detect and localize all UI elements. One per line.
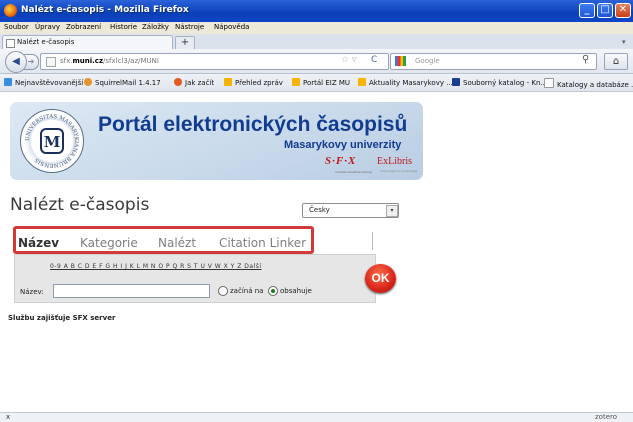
bookmark-star-icon[interactable]: ☆ ▿ — [341, 55, 356, 65]
new-tab-button[interactable]: + — [175, 36, 195, 50]
squirrelmail-icon — [84, 78, 92, 86]
bookmark-katalogy[interactable]: Katalogy a databáze ... — [544, 78, 633, 89]
portal-title: Portál elektronických časopisů — [98, 113, 408, 136]
window-title-bar: Nalézt e-časopis - Mozilla Firefox _ □ ✕ — [0, 0, 633, 22]
site-identity-icon[interactable] — [46, 57, 56, 67]
search-icon[interactable]: ⚲ — [582, 54, 589, 65]
bookmark-nejnavstevovanejsi[interactable]: Nejnavštěvovanější — [4, 78, 83, 87]
menu-zalozky[interactable]: Záložky — [142, 23, 169, 31]
home-button[interactable]: ⌂ — [604, 53, 628, 70]
rss-icon — [358, 78, 366, 86]
university-seal-logo: UNIVERSITAS MASARYKIANA BRUNENSIS M — [20, 109, 84, 173]
footer-text: Službu zajišťuje SFX server — [8, 314, 116, 322]
close-icon[interactable]: x — [6, 413, 10, 421]
menu-upravy[interactable]: Úpravy — [35, 23, 60, 31]
name-label: Název: — [20, 288, 44, 296]
menu-nastroje[interactable]: Nástroje — [175, 23, 204, 31]
search-placeholder: Google — [415, 57, 440, 65]
radio-contains[interactable] — [268, 286, 278, 296]
bookmark-folder-icon — [4, 78, 12, 86]
bookmark-aktuality[interactable]: Aktuality Masarykovy ... — [358, 78, 453, 87]
menu-napoveda[interactable]: Nápověda — [214, 23, 249, 31]
window-title: Nalézt e-časopis - Mozilla Firefox — [21, 5, 189, 15]
chevron-down-icon[interactable]: ▾ — [386, 205, 398, 217]
bookmark-jak-zacit[interactable]: Jak začít — [174, 78, 214, 87]
page-content: UNIVERSITAS MASARYKIANA BRUNENSIS M Port… — [0, 92, 633, 412]
tab-kategorie[interactable]: Kategorie — [80, 236, 138, 250]
menu-historie[interactable]: Historie — [110, 23, 137, 31]
exlibris-tagline: The bridge to knowledge — [380, 169, 418, 173]
tab-citation-linker[interactable]: Citation Linker — [219, 236, 306, 250]
language-value: Česky — [309, 206, 330, 214]
page-title: Nalézt e-časopis — [10, 195, 150, 215]
menu-zobrazeni[interactable]: Zobrazení — [66, 23, 101, 31]
close-window-button[interactable]: ✕ — [615, 3, 631, 18]
radio-starts-with[interactable] — [218, 286, 228, 296]
url-text[interactable]: sfx.muni.cz/sfxlcl3/az/MUNI — [60, 57, 159, 65]
menu-soubor[interactable]: Soubor — [4, 23, 29, 31]
tab-connector-line — [372, 232, 373, 250]
page-favicon-icon — [6, 39, 15, 48]
alphabet-index-links[interactable]: 0-9 A B C D E F G H I J K L M N O P Q R … — [50, 263, 262, 270]
firefox-icon — [174, 78, 182, 86]
bookmarks-bar: Nejnavštěvovanější SquirrelMail 1.4.17 J… — [0, 74, 633, 92]
tab-nazev[interactable]: Název — [18, 236, 59, 250]
radio-contains-label: obsahuje — [280, 287, 312, 295]
back-button[interactable]: ◀ — [5, 51, 27, 73]
maximize-button[interactable]: □ — [597, 3, 613, 18]
reload-icon[interactable]: C — [371, 55, 377, 65]
radio-starts-with-label: začíná na — [230, 287, 264, 295]
sfx-logo: S·F·X — [325, 155, 357, 167]
rss-icon — [292, 78, 300, 86]
sfx-tagline: context-sensitive linking — [335, 170, 372, 174]
svg-text:M: M — [44, 133, 61, 151]
browser-tab-label: Nalézt e-časopis — [17, 38, 75, 46]
muni-icon — [452, 78, 460, 86]
zotero-button[interactable]: zotero — [595, 413, 617, 421]
tab-list-chevron-icon[interactable]: ▾ — [622, 38, 626, 46]
browser-tab[interactable]: Nalézt e-časopis — [2, 35, 173, 49]
bookmark-squirrelmail[interactable]: SquirrelMail 1.4.17 — [84, 78, 161, 87]
exlibris-logo: ExLibris — [377, 156, 412, 167]
menu-bar: Soubor Úpravy Zobrazení Historie Záložky… — [0, 22, 633, 34]
language-select[interactable]: Česky ▾ — [302, 203, 399, 218]
page-icon — [544, 78, 554, 88]
bookmark-portal-eiz[interactable]: Portál EIZ MU — [292, 78, 350, 87]
url-bar[interactable]: sfx.muni.cz/sfxlcl3/az/MUNI ☆ ▿ C — [40, 53, 389, 70]
bookmark-prehled-zprav[interactable]: Přehled zpráv — [224, 78, 283, 87]
name-input[interactable] — [53, 284, 210, 298]
bookmark-soubornykatalog[interactable]: Souborný katalog - Kn... — [452, 78, 547, 87]
firefox-icon — [4, 4, 17, 17]
ok-button[interactable]: OK — [365, 264, 396, 293]
tab-nalezt[interactable]: Nalézt — [158, 236, 196, 250]
search-box[interactable]: Google ⚲ — [390, 53, 597, 70]
rss-icon — [224, 78, 232, 86]
google-icon[interactable] — [395, 56, 406, 66]
university-name: Masarykovy univerzity — [284, 139, 402, 151]
minimize-button[interactable]: _ — [579, 3, 595, 18]
